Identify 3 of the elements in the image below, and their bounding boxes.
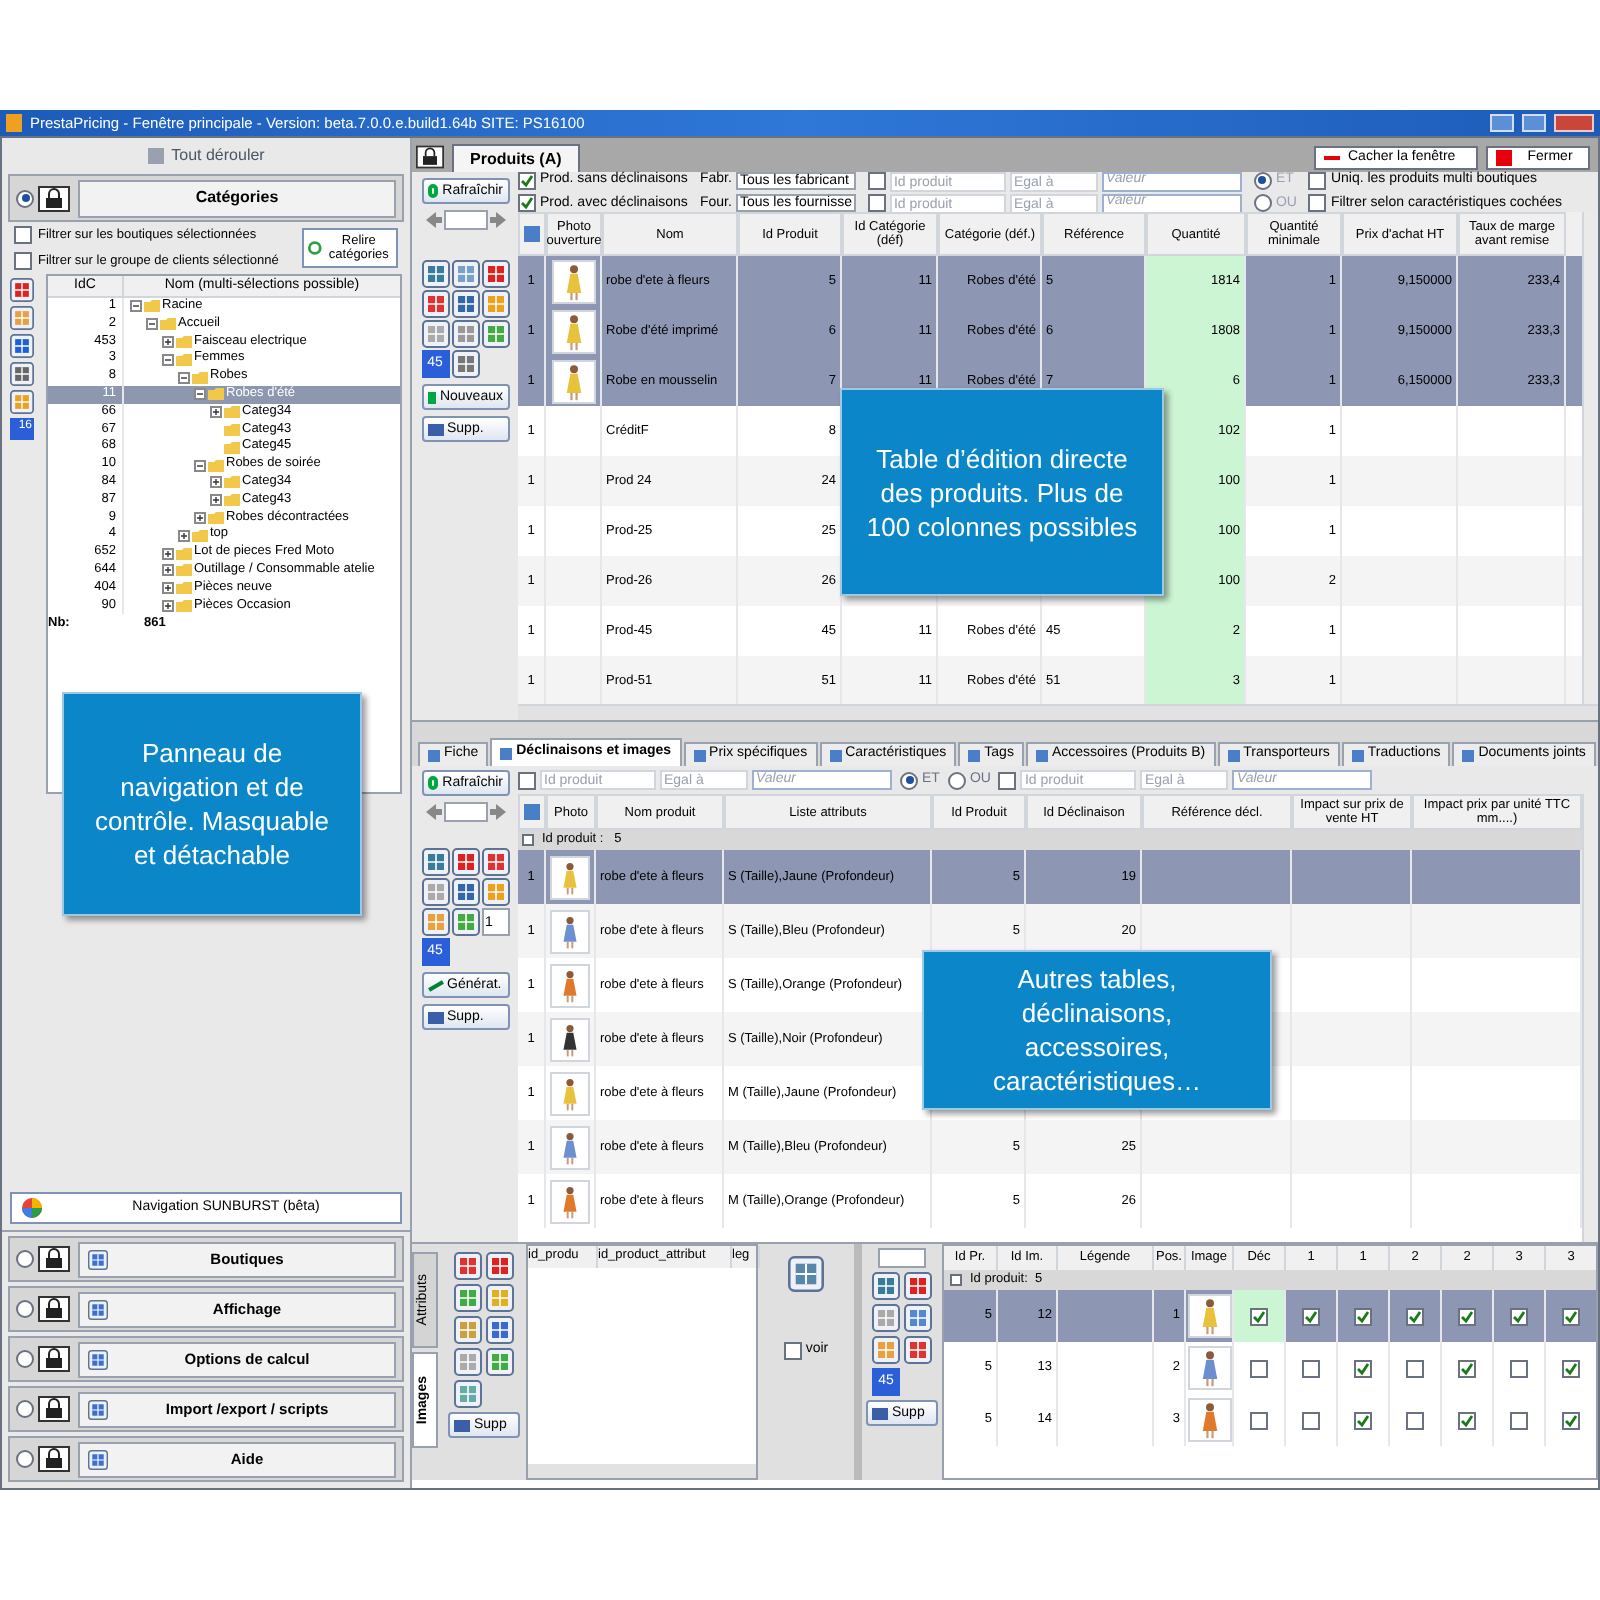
callout-tooltip: Table d’édition directe des produits. Plus de 100 colonnes possibles — [840, 388, 1164, 596]
callout-tooltip: Autres tables, déclinaisons, accessoires, caractéristiques… — [922, 950, 1272, 1110]
callout-tooltip: Panneau de navigation et de contrôle. Masquable et détachable — [62, 692, 362, 916]
